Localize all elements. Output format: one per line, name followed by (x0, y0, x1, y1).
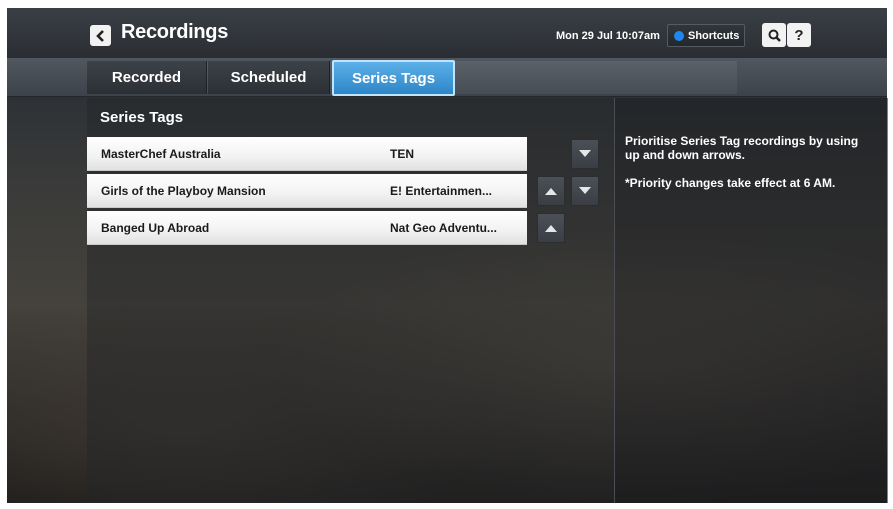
shortcuts-label: Shortcuts (688, 29, 740, 42)
tab-series-tags[interactable]: Series Tags (332, 60, 455, 96)
move-up-button[interactable] (537, 176, 565, 206)
help-text: Prioritise Series Tag recordings by usin… (625, 134, 875, 204)
arrow-up-icon (545, 225, 557, 232)
series-channel: Nat Geo Adventu... (390, 221, 497, 235)
datetime-display: Mon 29 Jul 10:07am (556, 30, 660, 42)
series-tag-row[interactable]: Girls of the Playboy Mansion E! Entertai… (87, 174, 527, 208)
section-heading: Series Tags (100, 109, 184, 126)
arrow-up-icon (545, 188, 557, 195)
arrow-down-icon (579, 187, 591, 194)
page-title: Recordings (121, 21, 229, 43)
series-tag-row[interactable]: MasterChef Australia TEN (87, 137, 527, 171)
move-down-button[interactable] (571, 139, 599, 169)
series-tag-row[interactable]: Banged Up Abroad Nat Geo Adventu... (87, 211, 527, 245)
series-name: MasterChef Australia (101, 147, 221, 161)
move-down-button[interactable] (571, 176, 599, 206)
search-icon (768, 29, 781, 42)
tab-recorded[interactable]: Recorded (87, 61, 207, 94)
blue-dot-icon (674, 30, 684, 41)
help-line-note: *Priority changes take effect at 6 AM. (625, 176, 836, 190)
search-button[interactable] (762, 23, 786, 47)
chevron-left-icon (95, 29, 104, 42)
series-name: Banged Up Abroad (101, 221, 210, 235)
series-name: Girls of the Playboy Mansion (101, 184, 266, 198)
arrow-down-icon (579, 150, 591, 157)
tab-scheduled[interactable]: Scheduled (208, 61, 330, 94)
move-up-button[interactable] (537, 213, 565, 243)
series-channel: TEN (390, 147, 414, 161)
shortcuts-button[interactable]: Shortcuts (667, 24, 745, 47)
back-button[interactable] (90, 25, 111, 46)
series-channel: E! Entertainmen... (390, 184, 493, 198)
help-button[interactable]: ? (787, 23, 811, 47)
help-line-priority: Prioritise Series Tag recordings by usin… (625, 134, 859, 162)
